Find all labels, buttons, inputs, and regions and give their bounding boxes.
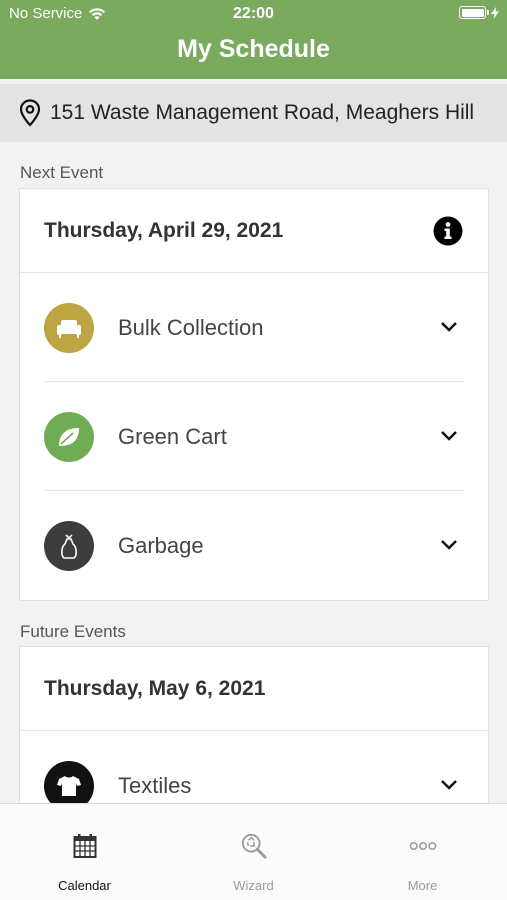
chevron-down-icon[interactable] bbox=[440, 538, 458, 556]
info-icon[interactable] bbox=[433, 216, 463, 251]
address-bar[interactable]: 151 Waste Management Road, Meaghers Hill bbox=[0, 84, 507, 142]
event-label: Textiles bbox=[118, 772, 192, 798]
event-row-bulk-collection[interactable]: Bulk Collection bbox=[20, 273, 488, 382]
page-title: My Schedule bbox=[177, 35, 330, 63]
next-event-card: Thursday, April 29, 2021 Bulk Collection bbox=[19, 188, 489, 601]
tab-label: More bbox=[407, 878, 438, 893]
event-label: Bulk Collection bbox=[118, 314, 264, 340]
map-pin-icon bbox=[19, 99, 41, 127]
tab-calendar[interactable]: Calendar bbox=[0, 804, 169, 900]
tab-more[interactable]: More bbox=[338, 804, 507, 900]
charging-bolt-icon bbox=[491, 6, 499, 19]
battery-icon bbox=[459, 6, 486, 19]
chevron-down-icon[interactable] bbox=[440, 778, 458, 796]
event-date-header: Thursday, April 29, 2021 bbox=[20, 189, 488, 273]
garbage-bag-icon bbox=[44, 520, 94, 571]
battery-indicator bbox=[459, 6, 499, 19]
event-date-header: Thursday, May 6, 2021 bbox=[20, 647, 488, 731]
event-date: Thursday, April 29, 2021 bbox=[44, 218, 284, 242]
more-dots-icon bbox=[409, 832, 437, 860]
event-label: Garbage bbox=[118, 532, 204, 558]
tab-label: Calendar bbox=[58, 878, 111, 893]
leaf-icon bbox=[44, 411, 94, 462]
future-events-label: Future Events bbox=[20, 622, 126, 641]
tab-bar: Calendar Wizard More bbox=[0, 803, 507, 900]
event-date: Thursday, May 6, 2021 bbox=[44, 676, 266, 700]
sofa-icon bbox=[44, 302, 94, 353]
status-bar: No Service 22:00 bbox=[0, 0, 507, 28]
chevron-down-icon[interactable] bbox=[440, 320, 458, 338]
tab-wizard[interactable]: Wizard bbox=[169, 804, 338, 900]
event-row-garbage[interactable]: Garbage bbox=[20, 491, 488, 600]
tab-label: Wizard bbox=[233, 878, 274, 893]
wizard-search-icon bbox=[240, 832, 268, 860]
chevron-down-icon[interactable] bbox=[440, 429, 458, 447]
event-label: Green Cart bbox=[118, 423, 227, 449]
address-text: 151 Waste Management Road, Meaghers Hill bbox=[50, 101, 475, 124]
calendar-icon bbox=[71, 832, 99, 860]
event-row-green-cart[interactable]: Green Cart bbox=[20, 382, 488, 491]
app-header: No Service 22:00 My Schedule bbox=[0, 0, 507, 79]
status-time: 22:00 bbox=[233, 5, 274, 22]
next-event-label: Next Event bbox=[20, 163, 104, 182]
